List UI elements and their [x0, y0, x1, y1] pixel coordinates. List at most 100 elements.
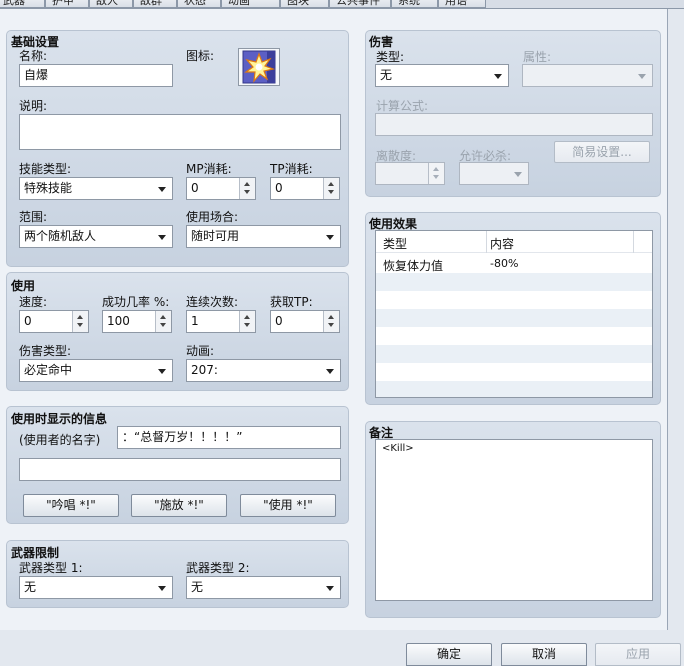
- hit-type-select[interactable]: 必定命中: [19, 359, 173, 382]
- column-divider: [633, 231, 634, 253]
- spin-up-icon: [77, 315, 83, 319]
- spin-down-icon: [244, 190, 250, 194]
- note-field[interactable]: <Kill>: [375, 439, 653, 601]
- repeats-value: 1: [191, 314, 199, 328]
- name-field[interactable]: 自爆: [19, 64, 173, 87]
- tab-weapons[interactable]: 武器: [0, 0, 45, 8]
- chevron-down-icon: [158, 586, 166, 591]
- damage-type-select[interactable]: 无: [375, 64, 509, 87]
- effects-col-type: 类型: [383, 237, 408, 251]
- formula-label: 计算公式:: [376, 99, 429, 113]
- occasion-select[interactable]: 随时可用: [186, 225, 341, 248]
- icon-selector[interactable]: [238, 48, 280, 86]
- chevron-down-icon: [326, 369, 334, 374]
- tab-common-events[interactable]: 公共事件: [329, 0, 391, 8]
- table-row[interactable]: [376, 273, 652, 291]
- tab-system[interactable]: 系统: [391, 0, 438, 8]
- tab-bar: 武器 护甲 敌人 敌群 状态 动画 图块 公共事件 系统 用语: [0, 0, 684, 9]
- spin-down-icon: [328, 190, 334, 194]
- skill-type-select[interactable]: 特殊技能: [19, 177, 173, 200]
- effect-content-cell: -80%: [490, 257, 519, 270]
- table-row[interactable]: [376, 345, 652, 363]
- icon-label: 图标:: [186, 49, 215, 63]
- spin-up-icon: [244, 182, 250, 186]
- table-row[interactable]: [376, 363, 652, 381]
- table-row[interactable]: [376, 327, 652, 345]
- spin-up-icon: [433, 167, 439, 171]
- scope-label: 范围:: [19, 210, 48, 224]
- weapon-type-1-select[interactable]: 无: [19, 576, 173, 599]
- tab-enemies[interactable]: 敌人: [89, 0, 133, 8]
- table-row[interactable]: [376, 381, 652, 397]
- repeats-label: 连续次数:: [186, 295, 239, 309]
- speed-stepper[interactable]: 0: [19, 310, 89, 333]
- tp-gain-label: 获取TP:: [270, 295, 313, 309]
- effects-list[interactable]: 类型 内容 恢复体力值 -80%: [375, 230, 653, 398]
- message-line-1[interactable]: ：“总督万岁！！！！”: [117, 426, 341, 449]
- tp-gain-spin-buttons[interactable]: [323, 311, 339, 332]
- chevron-down-icon: [158, 187, 166, 192]
- cast-message-button[interactable]: "吟唱 *!": [23, 494, 119, 517]
- success-rate-label: 成功几率 %:: [102, 295, 170, 309]
- element-select[interactable]: [522, 64, 653, 87]
- tab-states[interactable]: 状态: [177, 0, 221, 8]
- spin-up-icon: [328, 315, 334, 319]
- ok-button[interactable]: 确定: [406, 643, 492, 666]
- variance-stepper[interactable]: [375, 162, 445, 185]
- invocation-title: 使用: [11, 279, 36, 293]
- easy-setting-button[interactable]: 简易设置...: [554, 141, 650, 163]
- damage-type-value: 无: [380, 68, 393, 82]
- message-line-2[interactable]: [19, 458, 341, 481]
- table-row[interactable]: [376, 291, 652, 309]
- spin-down-icon: [160, 323, 166, 327]
- table-row[interactable]: 恢复体力值 -80%: [376, 255, 652, 273]
- table-row[interactable]: [376, 309, 652, 327]
- use-message-button[interactable]: "使用 *!": [240, 494, 336, 517]
- formula-field[interactable]: [375, 113, 653, 136]
- tab-armors[interactable]: 护甲: [45, 0, 89, 8]
- speed-spin-buttons[interactable]: [72, 311, 88, 332]
- description-label: 说明:: [19, 99, 48, 113]
- skill-editor-panel: 基础设置 名称: 自爆 图标: 说明: 技能类型: 特殊技能 MP消耗: 0 T…: [0, 9, 668, 630]
- animation-value: 207:: [191, 363, 218, 377]
- weapon-requirements-group: 武器限制 武器类型 1: 无 武器类型 2: 无: [6, 540, 349, 608]
- repeats-stepper[interactable]: 1: [186, 310, 256, 333]
- weapon-type-2-value: 无: [191, 580, 204, 594]
- animation-label: 动画:: [186, 344, 215, 358]
- spin-down-icon: [77, 323, 83, 327]
- message-title: 使用时显示的信息: [11, 412, 108, 426]
- message-group: 使用时显示的信息 (使用者的名字) ：“总督万岁！！！！” "吟唱 *!" "施…: [6, 406, 349, 524]
- apply-button[interactable]: 应用: [595, 643, 681, 666]
- repeats-spin-buttons[interactable]: [239, 311, 255, 332]
- tab-tilesets[interactable]: 图块: [280, 0, 329, 8]
- tp-cost-value: 0: [275, 181, 283, 195]
- tab-terms[interactable]: 用语: [438, 0, 486, 8]
- damage-group: 伤害 类型: 无 属性: 计算公式: 离散度: 允许必杀: 简易设置...: [365, 30, 661, 197]
- release-message-button[interactable]: "施放 *!": [131, 494, 227, 517]
- weapon-type-1-label: 武器类型 1:: [19, 561, 83, 575]
- critical-select[interactable]: [459, 162, 529, 185]
- tp-gain-stepper[interactable]: 0: [270, 310, 340, 333]
- speed-label: 速度:: [19, 295, 48, 309]
- tab-animations[interactable]: 动画: [221, 0, 280, 8]
- weapon-type-2-select[interactable]: 无: [186, 576, 341, 599]
- effects-col-content: 内容: [490, 237, 515, 251]
- tp-cost-spin-buttons[interactable]: [323, 178, 339, 199]
- skill-type-value: 特殊技能: [24, 181, 73, 195]
- element-label: 属性:: [523, 50, 552, 64]
- mp-cost-spin-buttons[interactable]: [239, 178, 255, 199]
- animation-select[interactable]: 207:: [186, 359, 341, 382]
- mp-cost-stepper[interactable]: 0: [186, 177, 256, 200]
- variance-spin-buttons[interactable]: [428, 163, 444, 184]
- tp-cost-stepper[interactable]: 0: [270, 177, 340, 200]
- mp-cost-value: 0: [191, 181, 199, 195]
- tab-troops[interactable]: 敌群: [133, 0, 177, 8]
- success-rate-stepper[interactable]: 100: [102, 310, 172, 333]
- cancel-button[interactable]: 取消: [501, 643, 587, 666]
- hit-type-label: 伤害类型:: [19, 344, 72, 358]
- scope-select[interactable]: 两个随机敌人: [19, 225, 173, 248]
- success-rate-spin-buttons[interactable]: [155, 311, 171, 332]
- effects-group: 使用效果 类型 内容 恢复体力值 -80%: [365, 212, 661, 405]
- note-group: 备注 <Kill>: [365, 421, 661, 618]
- description-field[interactable]: [19, 114, 341, 150]
